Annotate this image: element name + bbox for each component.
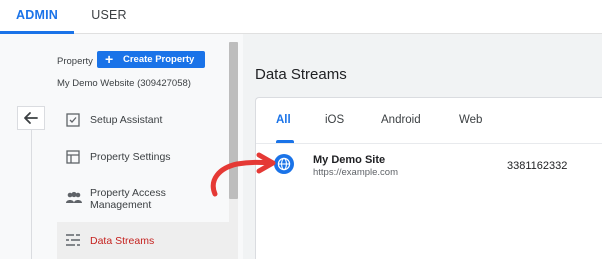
sidebar-item-label: Property Settings (90, 151, 171, 163)
stream-row[interactable]: My Demo Site https://example.com 3381162… (256, 144, 602, 184)
tab-web[interactable]: Web (459, 114, 482, 126)
page-title: Data Streams (255, 66, 347, 83)
active-tab-indicator (276, 140, 294, 143)
annotation-arrow-icon (210, 152, 276, 197)
streams-icon (65, 233, 81, 252)
platform-tabs: All iOS Android Web (256, 98, 602, 144)
stream-id: 3381162332 (507, 160, 568, 172)
sidebar-item-label: Setup Assistant (90, 114, 163, 126)
sidebar-item-data-streams[interactable]: Data Streams (57, 222, 229, 259)
tab-admin[interactable]: ADMIN (0, 0, 74, 34)
checklist-icon (65, 112, 81, 133)
sidebar-item-label: Data Streams (90, 235, 155, 247)
tab-all[interactable]: All (276, 114, 291, 126)
property-selector[interactable]: My Demo Website (309427058) (57, 78, 191, 89)
people-icon (65, 191, 83, 210)
data-streams-card: All iOS Android Web My Demo Site https:/… (255, 97, 602, 259)
sidebar-item-property-settings[interactable]: Property Settings (57, 147, 229, 167)
tab-ios[interactable]: iOS (325, 114, 344, 126)
top-bar: ADMIN USER (0, 0, 602, 34)
tab-user[interactable]: USER (82, 0, 136, 33)
create-property-button[interactable]: + Create Property (97, 51, 205, 68)
tab-android[interactable]: Android (381, 114, 421, 126)
stream-url: https://example.com (313, 167, 399, 178)
create-property-label: Create Property (123, 54, 195, 65)
nav-divider (31, 130, 32, 259)
arrow-left-icon (24, 112, 38, 124)
layout-icon (65, 149, 81, 170)
property-label: Property (57, 56, 93, 67)
back-button[interactable] (17, 106, 45, 130)
plus-icon: + (105, 51, 114, 67)
sidebar-item-setup-assistant[interactable]: Setup Assistant (57, 110, 229, 130)
sidebar-item-property-access-management[interactable]: Property Access Management (57, 183, 229, 215)
admin-sidebar: Property + Create Property My Demo Websi… (0, 34, 243, 259)
stream-name: My Demo Site (313, 154, 386, 166)
